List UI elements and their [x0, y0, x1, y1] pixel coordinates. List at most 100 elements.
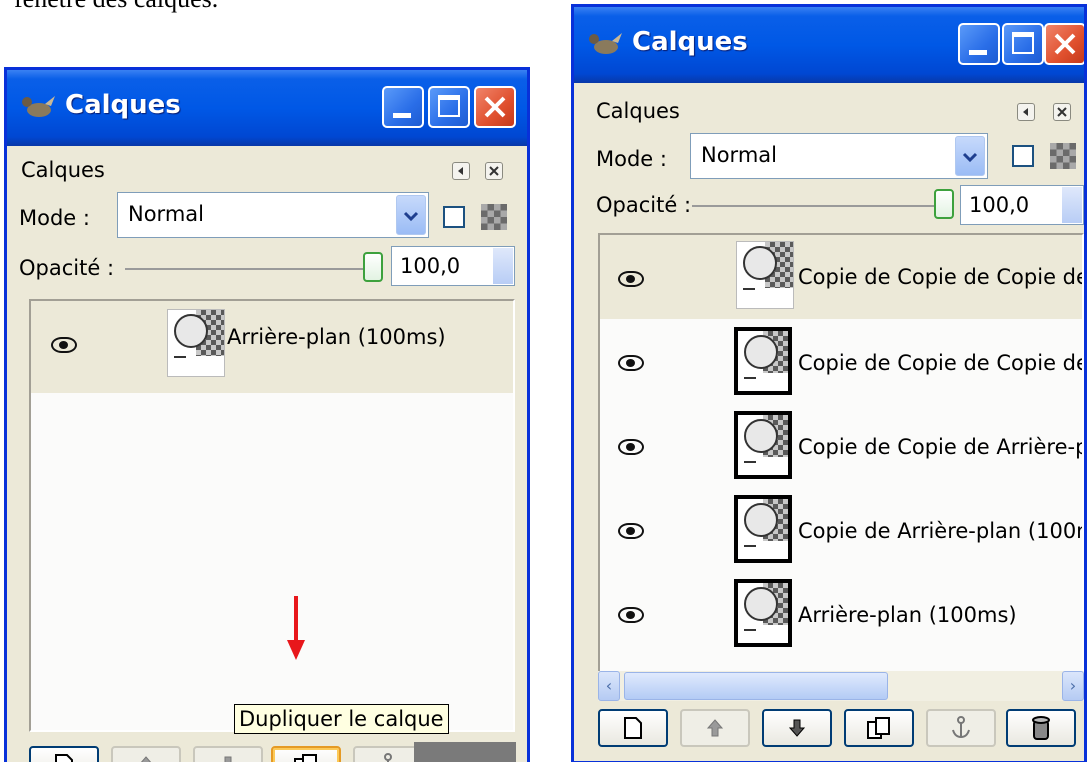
- eye-icon[interactable]: [618, 523, 644, 539]
- duplicate-layer-button[interactable]: [844, 709, 914, 747]
- eye-icon[interactable]: [51, 337, 77, 353]
- layer-row[interactable]: Copie de Copie de Copie de C: [600, 235, 1082, 319]
- layer-row[interactable]: Arrière-plan (100ms): [600, 571, 1082, 655]
- eye-icon[interactable]: [618, 607, 644, 623]
- maximize-icon: [1012, 32, 1034, 54]
- triangle-left-icon: [1023, 108, 1028, 116]
- lock-alpha-checkbox[interactable]: [443, 206, 465, 228]
- layer-name: Arrière-plan (100ms): [227, 325, 446, 349]
- layer-row[interactable]: Copie de Copie de Arrière-pla: [600, 403, 1082, 487]
- gimp-icon: [22, 96, 55, 117]
- opacity-slider-track[interactable]: [125, 268, 375, 270]
- layer-row[interactable]: Copie de Copie de Copie de A: [600, 319, 1082, 403]
- lower-layer-button[interactable]: [762, 709, 832, 747]
- lock-alpha-checkbox[interactable]: [1012, 145, 1034, 167]
- raise-icon: [140, 756, 152, 762]
- maximize-icon: [438, 95, 460, 117]
- layer-thumbnail: [734, 495, 792, 563]
- title-bar[interactable]: Calques: [7, 70, 527, 146]
- chevron-down-icon[interactable]: [955, 136, 985, 176]
- alpha-pattern-icon: [1050, 143, 1076, 169]
- raise-icon: [706, 719, 724, 737]
- scroll-right-button[interactable]: ›: [1062, 671, 1084, 701]
- alpha-pattern-icon: [481, 204, 507, 230]
- tooltip: Dupliquer le calque: [234, 704, 449, 734]
- minimize-button[interactable]: [382, 86, 424, 128]
- new-layer-button[interactable]: [29, 746, 99, 762]
- new-layer-button[interactable]: [598, 709, 668, 747]
- new-layer-icon: [624, 717, 642, 739]
- opacity-label: Opacité :: [19, 256, 115, 280]
- eye-icon[interactable]: [618, 439, 644, 455]
- new-layer-icon: [55, 754, 73, 762]
- dock-close-button[interactable]: [1053, 103, 1071, 121]
- anchor-layer-button[interactable]: [926, 709, 996, 747]
- mode-combo[interactable]: Normal: [690, 133, 988, 179]
- mode-value: Normal: [128, 202, 204, 226]
- horizontal-scrollbar[interactable]: ‹ ›: [598, 671, 1084, 701]
- duplicate-layer-button[interactable]: [271, 746, 341, 762]
- layer-row[interactable]: Copie de Arrière-plan (100ms: [600, 487, 1082, 571]
- chevron-down-icon[interactable]: [396, 195, 426, 235]
- eye-icon[interactable]: [618, 271, 644, 287]
- duplicate-icon: [867, 717, 890, 739]
- delete-icon: [1032, 716, 1050, 740]
- lower-icon: [224, 756, 232, 762]
- opacity-spin[interactable]: 100,0: [960, 185, 1084, 225]
- layer-thumbnail: [734, 411, 792, 479]
- dock-menu-button[interactable]: [1017, 103, 1035, 121]
- raise-layer-button[interactable]: [680, 709, 750, 747]
- close-button[interactable]: [474, 86, 516, 128]
- minimize-button[interactable]: [958, 23, 1000, 65]
- spin-arrows-icon[interactable]: [493, 248, 513, 284]
- layer-name: Copie de Copie de Copie de C: [798, 265, 1084, 289]
- eye-icon[interactable]: [618, 355, 644, 371]
- status-bar-fill: [414, 742, 516, 762]
- close-icon: [484, 96, 506, 118]
- opacity-slider-track[interactable]: [692, 205, 942, 207]
- layer-name: Copie de Copie de Copie de A: [798, 351, 1084, 375]
- layers-list[interactable]: Arrière-plan (100ms): [29, 299, 515, 732]
- panel-label: Calques: [596, 99, 680, 123]
- layers-window-left: Calques Calques Mode : Normal Opacité: …: [4, 67, 530, 762]
- close-button[interactable]: [1044, 23, 1084, 65]
- spin-arrows-icon[interactable]: [1062, 187, 1082, 223]
- close-icon: [1054, 33, 1076, 55]
- opacity-value: 100,0: [400, 254, 461, 278]
- lower-layer-button[interactable]: [193, 746, 263, 762]
- layer-name: Copie de Arrière-plan (100ms: [798, 519, 1084, 543]
- dock-menu-button[interactable]: [452, 162, 470, 180]
- anchor-icon: [384, 753, 392, 762]
- minimize-icon: [393, 113, 411, 118]
- close-small-icon: [489, 166, 499, 176]
- dock-close-button[interactable]: [485, 162, 503, 180]
- title-bar[interactable]: Calques: [574, 7, 1084, 83]
- triangle-left-icon: [458, 167, 463, 175]
- opacity-spin[interactable]: 100,0: [391, 246, 515, 286]
- scroll-thumb[interactable]: [624, 672, 888, 700]
- layer-thumbnail: [734, 327, 792, 395]
- close-small-icon: [1057, 107, 1067, 117]
- scroll-left-button[interactable]: ‹: [598, 671, 620, 701]
- delete-layer-button[interactable]: [1006, 709, 1076, 747]
- anchor-layer-button[interactable]: [353, 746, 423, 762]
- mode-value: Normal: [701, 143, 777, 167]
- layer-row[interactable]: Arrière-plan (100ms): [31, 301, 513, 393]
- mode-label: Mode :: [19, 206, 90, 230]
- gimp-icon: [589, 33, 622, 54]
- opacity-slider-thumb[interactable]: [934, 189, 954, 219]
- layer-thumbnail: [736, 241, 794, 309]
- caption-text: fenêtre des calques.: [14, 0, 218, 14]
- layers-toolbar: [574, 709, 1084, 753]
- maximize-button[interactable]: [1002, 23, 1044, 65]
- layers-list[interactable]: Copie de Copie de Copie de C Copie de Co…: [598, 233, 1084, 673]
- raise-layer-button[interactable]: [111, 746, 181, 762]
- panel-label: Calques: [21, 158, 105, 182]
- opacity-slider-thumb[interactable]: [363, 252, 383, 282]
- mode-combo[interactable]: Normal: [117, 192, 429, 238]
- maximize-button[interactable]: [428, 86, 470, 128]
- anchor-icon: [952, 716, 970, 739]
- minimize-icon: [969, 50, 987, 55]
- mode-label: Mode :: [596, 147, 667, 171]
- window-title: Calques: [65, 90, 181, 120]
